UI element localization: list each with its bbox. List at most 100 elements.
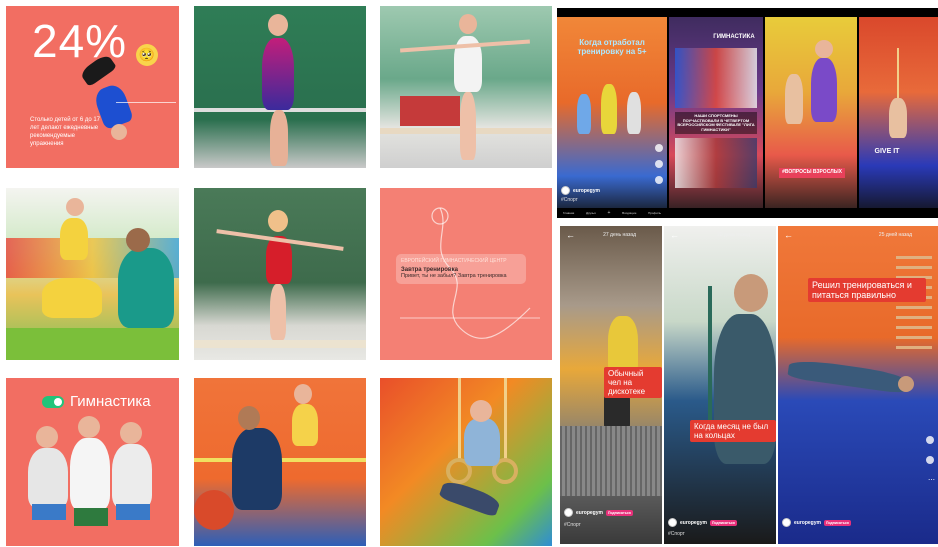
creator-handle[interactable]: europegym (561, 186, 600, 195)
shorts-left (32, 504, 66, 520)
post-tile-trainer-bar[interactable] (194, 378, 366, 546)
notification-card: ЕВРОПЕЙСКИЙ ГИМНАСТИЧЕСКИЙ ЦЕНТР Завтра … (396, 254, 526, 284)
nav-home[interactable]: Главная (563, 211, 574, 215)
trainer-head (126, 228, 150, 252)
like-icon[interactable] (926, 436, 934, 444)
kid-center-head (78, 416, 100, 438)
ring-strap-left (458, 378, 461, 462)
follow-button[interactable]: Подписаться (605, 509, 633, 516)
caption-bubble: Решил тренироваться и питаться правильно (808, 278, 926, 302)
post-tile-gymnast-bar[interactable] (194, 6, 366, 168)
caption-bubble: Обычный чел на дискотеке (604, 367, 662, 398)
person-figure (627, 92, 641, 134)
post-age: 25 дней назад (878, 232, 912, 238)
decor-line (116, 102, 176, 103)
avatar[interactable] (668, 518, 677, 527)
child-bending (42, 278, 102, 318)
kid-left (28, 448, 68, 508)
post-tile-balance[interactable] (380, 6, 552, 168)
stat-number: 24% (32, 15, 128, 67)
post-tile-gymnast-arms[interactable] (194, 188, 366, 360)
brand-label: Гимнастика (70, 393, 151, 410)
follow-button[interactable]: Подписаться (709, 519, 737, 526)
hashtag[interactable]: #Спорт (561, 197, 578, 203)
back-arrow-icon[interactable]: ← (670, 230, 679, 240)
hashtag[interactable]: #Спорт (668, 531, 685, 537)
creator-handle[interactable]: europegym Подписаться (564, 508, 633, 517)
post-tile-stat[interactable]: 24% 🥺 Столько детей от 6 до 17 лет делаю… (6, 6, 179, 168)
kid-left-head (36, 426, 58, 448)
photo-collage-lower (675, 138, 757, 188)
child-head (66, 198, 84, 216)
video-caption: Когда отработал тренировку на 5+ (577, 38, 647, 57)
ring-strap (708, 286, 712, 436)
status-bar (859, 8, 938, 17)
gymnast-legs (270, 284, 286, 340)
shorts-right (116, 504, 150, 520)
share-icon[interactable] (655, 176, 663, 184)
handle-text: europegym (680, 519, 707, 526)
creator-handle[interactable]: europegym Подписаться (668, 518, 737, 527)
status-bar (669, 8, 763, 17)
nav-create[interactable]: + (607, 210, 610, 216)
post-tile-reminder[interactable]: ЕВРОПЕЙСКИЙ ГИМНАСТИЧЕСКИЙ ЦЕНТР Завтра … (380, 188, 552, 360)
man-head (734, 274, 768, 312)
gymnast-legs (460, 92, 476, 160)
boy-body (464, 418, 500, 466)
post-tile-rings[interactable] (380, 378, 552, 546)
gymnast-legs (270, 110, 288, 166)
back-arrow-icon[interactable]: ← (784, 230, 793, 240)
trampoline (560, 426, 662, 496)
avatar[interactable] (564, 508, 573, 517)
kid-right (112, 444, 152, 508)
notification-body: Привет, ты не забыл? Завтра тренировка (401, 273, 507, 279)
post-tile-kids-trainer[interactable] (6, 188, 179, 360)
nav-inbox[interactable]: Входящие (622, 211, 636, 215)
handle-text: europegym (573, 187, 600, 194)
like-icon[interactable] (655, 144, 663, 152)
tiktok-video-4[interactable]: GIVE IT (859, 8, 938, 218)
wall-bars (896, 256, 932, 356)
back-arrow-icon[interactable]: ← (566, 230, 575, 240)
gymnast-head (268, 210, 288, 232)
gymnast-figure (889, 98, 907, 138)
handle-text: europegym (576, 509, 603, 516)
trainer-body (118, 248, 174, 328)
bottom-navbar (669, 208, 763, 218)
comment-icon[interactable] (926, 456, 934, 464)
tiktok-reel-3[interactable]: ← 25 дней назад Решил тренироваться и пи… (778, 226, 938, 544)
child-head (294, 384, 312, 404)
more-options-icon[interactable]: ⋯ (928, 476, 935, 484)
bottom-navbar (859, 208, 938, 218)
post-age: 28 день назад (717, 232, 750, 238)
creator-handle[interactable]: europegym Подписаться (782, 518, 851, 527)
avatar[interactable] (782, 518, 791, 527)
post-tile-brand[interactable]: Гимнастика (6, 378, 179, 546)
gymnast-leotard (262, 38, 294, 110)
beam (194, 340, 366, 348)
nav-profile[interactable]: Профиль (648, 211, 661, 215)
tiktok-video-2[interactable]: ГИМНАСТИКА НАШИ СПОРТСМЕНЫ ПОУЧАСТВОВАЛИ… (669, 8, 763, 218)
shorts-center (74, 508, 108, 526)
man-head (898, 376, 914, 392)
status-bar (557, 8, 667, 17)
tiktok-video-3[interactable]: #ВОПРОСЫ ВЗРОСЛЫХ (765, 8, 857, 218)
hashtag[interactable]: #Спорт (564, 522, 581, 528)
video-caption: #ВОПРОСЫ ВЗРОСЛЫХ (779, 168, 845, 178)
tiktok-reel-1[interactable]: ← 27 день назад Обычный чел на дискотеке… (560, 226, 662, 544)
banner-title: ГИМНАСТИКА (713, 34, 755, 40)
bottom-navbar (765, 208, 857, 218)
bottom-navbar: Главная Друзья + Входящие Профиль (557, 208, 667, 218)
brand-row: Гимнастика (42, 393, 151, 410)
kid-right-head (120, 422, 142, 444)
follow-button[interactable]: Подписаться (823, 519, 851, 526)
comment-icon[interactable] (655, 160, 663, 168)
status-bar (765, 8, 857, 17)
person-figure (577, 94, 591, 134)
avatar[interactable] (561, 186, 570, 195)
handle-text: europegym (794, 519, 821, 526)
tiktok-reel-2[interactable]: ← 28 день назад Когда месяц не был на ко… (664, 226, 776, 544)
nav-friends[interactable]: Друзья (586, 211, 596, 215)
tiktok-video-1[interactable]: Когда отработал тренировку на 5+ europeg… (557, 8, 667, 218)
trainer-head (238, 406, 260, 430)
